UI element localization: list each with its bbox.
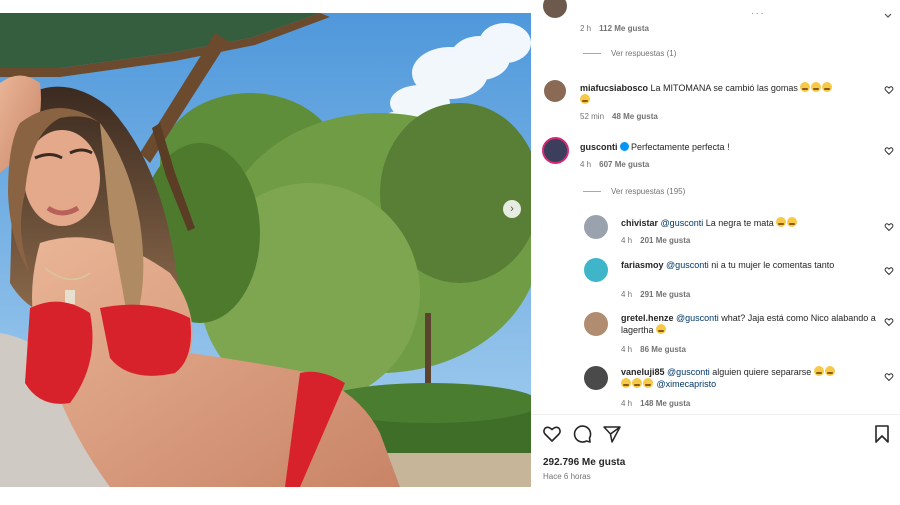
comment-meta: 52 min 48 Me gusta <box>580 112 658 121</box>
avatar[interactable] <box>584 258 608 282</box>
photo-illustration <box>0 13 531 487</box>
reply-meta: 4 h 86 Me gusta <box>621 345 686 354</box>
comment-time: 4 h <box>580 160 592 169</box>
likes-count[interactable]: 292.796 Me gusta <box>543 457 625 468</box>
heart-icon[interactable] <box>884 266 894 276</box>
reply-text: alguien quiere separarse <box>712 367 812 377</box>
emoji-icon <box>580 94 590 104</box>
reply-meta: 4 h 148 Me gusta <box>621 399 690 408</box>
next-photo-button[interactable]: › <box>503 200 521 218</box>
comment-body: gusconti Perfectamente perfecta ! <box>580 141 870 153</box>
comment-icon[interactable] <box>572 424 592 444</box>
comment-username[interactable]: miafucsiabosco <box>580 83 648 93</box>
reply-text: ni a tu mujer le comentas tanto <box>711 260 835 270</box>
emoji-icon <box>787 217 798 227</box>
reply-meta: 4 h 201 Me gusta <box>621 236 690 245</box>
avatar[interactable] <box>543 0 567 18</box>
reply-mention[interactable]: @gusconti <box>661 218 704 228</box>
reply-body: chivistar @gusconti La negra te mata <box>621 217 871 229</box>
avatar[interactable] <box>542 137 569 164</box>
action-bar <box>542 424 892 444</box>
view-replies-label: Ver respuestas (195) <box>611 187 686 196</box>
post-time: Hace 6 horas <box>543 472 591 481</box>
divider <box>531 414 900 415</box>
comment-time: 52 min <box>580 112 605 121</box>
send-icon[interactable] <box>602 424 622 444</box>
emoji-icon <box>800 82 811 92</box>
chevron-down-icon[interactable] <box>883 11 893 21</box>
verified-badge-icon <box>619 142 629 151</box>
reply-time: 4 h <box>621 345 633 354</box>
avatar[interactable] <box>584 366 608 390</box>
reply-time: 4 h <box>621 399 633 408</box>
comment-text: La MITOMANA se cambió las gomas <box>650 83 798 93</box>
reply-mention[interactable]: @gusconti <box>666 260 709 270</box>
heart-icon[interactable] <box>884 372 894 382</box>
reply-likes[interactable]: 201 Me gusta <box>640 236 690 245</box>
reply-username[interactable]: chivistar <box>621 218 658 228</box>
reply-mention[interactable]: @gusconti <box>676 313 719 323</box>
reply-mention[interactable]: @ximecapristo <box>657 379 717 389</box>
view-replies-button[interactable]: Ver respuestas (195) <box>583 187 685 196</box>
comment-time: 2 h <box>580 24 592 33</box>
emoji-icon <box>776 217 787 227</box>
emoji-icon <box>822 82 833 92</box>
avatar[interactable] <box>584 215 608 239</box>
comment-likes[interactable]: 48 Me gusta <box>612 112 658 121</box>
heart-icon[interactable] <box>542 424 562 444</box>
reply-time: 4 h <box>621 236 633 245</box>
comment-body: miafucsiabosco La MITOMANA se cambió las… <box>580 82 870 106</box>
comment-text: Perfectamente perfecta ! <box>631 142 730 152</box>
reply-mention[interactable]: @gusconti <box>667 367 710 377</box>
reply-username[interactable]: fariasmoy <box>621 260 664 270</box>
comments-panel: · · · 2 h 112 Me gusta Ver respuestas (1)… <box>531 0 900 505</box>
chevron-right-icon: › <box>510 203 514 215</box>
reply-body: vaneluji85 @gusconti alguien quiere sepa… <box>621 366 876 390</box>
comment-username[interactable]: gusconti <box>580 142 618 152</box>
comment-likes[interactable]: 607 Me gusta <box>599 160 649 169</box>
reply-meta: 4 h 291 Me gusta <box>621 290 690 299</box>
emoji-icon <box>643 378 653 388</box>
emoji-icon <box>813 366 824 376</box>
comment-meta: 4 h 607 Me gusta <box>580 160 649 169</box>
heart-icon[interactable] <box>884 317 894 327</box>
reply-body: fariasmoy @gusconti ni a tu mujer le com… <box>621 259 876 271</box>
post-photo[interactable]: › <box>0 13 531 487</box>
reply-likes[interactable]: 148 Me gusta <box>640 399 690 408</box>
reply-username[interactable]: gretel.henze <box>621 313 674 323</box>
emoji-icon <box>824 366 835 376</box>
avatar[interactable] <box>584 312 608 336</box>
reply-body: gretel.henze @gusconti what? Jaja está c… <box>621 312 876 336</box>
comment-text: · · · <box>751 9 764 18</box>
avatar[interactable] <box>544 80 566 102</box>
emoji-icon <box>621 378 631 388</box>
view-replies-button[interactable]: Ver respuestas (1) <box>583 49 676 58</box>
reply-username[interactable]: vaneluji85 <box>621 367 665 377</box>
bookmark-icon[interactable] <box>872 424 892 444</box>
comments-list[interactable]: · · · 2 h 112 Me gusta Ver respuestas (1)… <box>531 0 900 413</box>
reply-text: La negra te mata <box>705 218 774 228</box>
reply-likes[interactable]: 86 Me gusta <box>640 345 686 354</box>
reply-likes[interactable]: 291 Me gusta <box>640 290 690 299</box>
view-replies-label: Ver respuestas (1) <box>611 49 677 58</box>
heart-icon[interactable] <box>884 146 894 156</box>
emoji-icon <box>656 324 667 334</box>
emoji-icon <box>632 378 642 388</box>
comment-likes[interactable]: 112 Me gusta <box>599 24 649 33</box>
reply-time: 4 h <box>621 290 633 299</box>
comment-meta: 2 h 112 Me gusta <box>580 24 649 33</box>
heart-icon[interactable] <box>884 85 894 95</box>
heart-icon[interactable] <box>884 222 894 232</box>
emoji-icon <box>811 82 822 92</box>
